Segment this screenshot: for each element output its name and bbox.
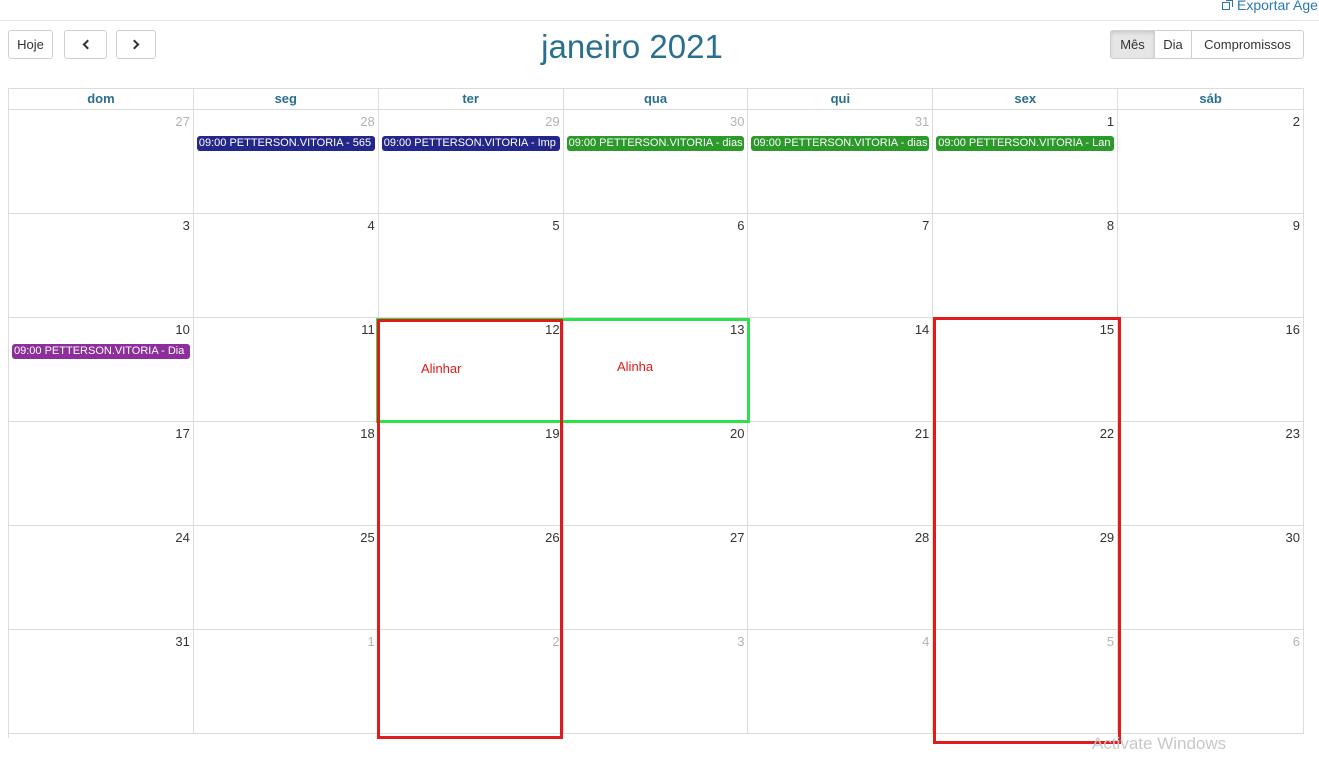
- day-cell[interactable]: 4: [748, 630, 934, 734]
- day-number: 10: [175, 322, 190, 337]
- windows-activation-watermark: Activate Windows: [1092, 734, 1227, 753]
- day-number: 30: [1285, 530, 1301, 545]
- day-cell[interactable]: 14: [748, 318, 934, 422]
- export-agenda-link[interactable]: Exportar Age: [1222, 0, 1318, 13]
- weekday-header-cell: qua: [563, 89, 749, 110]
- day-cell[interactable]: 30: [1118, 526, 1305, 630]
- day-view-button[interactable]: Dia: [1154, 30, 1192, 59]
- day-number: 16: [1285, 322, 1301, 337]
- day-number: 27: [175, 114, 190, 129]
- day-cell[interactable]: 7: [748, 214, 934, 318]
- day-number: 27: [729, 530, 745, 545]
- day-cell[interactable]: 5: [378, 214, 564, 318]
- day-number: 1: [367, 634, 375, 649]
- calendar-event[interactable]: 09:00 PETTERSON.VITORIA - dias: [751, 136, 930, 151]
- calendar-event[interactable]: 09:00 PETTERSON.VITORIA - Imp: [381, 136, 560, 151]
- agenda-view-button[interactable]: Compromissos: [1191, 30, 1304, 59]
- day-cell[interactable]: 31: [9, 630, 194, 734]
- weekday-header-cell: qui: [748, 89, 934, 110]
- week-row: 3 4 5 6 7 8 9: [9, 214, 1305, 318]
- day-number: 7: [922, 218, 930, 233]
- day-cell[interactable]: 9: [1118, 214, 1305, 318]
- day-cell[interactable]: 30 09:00 PETTERSON.VITORIA - dias: [563, 110, 749, 214]
- day-cell[interactable]: 8: [933, 214, 1119, 318]
- day-cell[interactable]: 16: [1118, 318, 1305, 422]
- calendar-event[interactable]: 09:00 PETTERSON.VITORIA - Lan: [936, 136, 1115, 151]
- day-number: 18: [360, 426, 375, 441]
- day-number: 3: [737, 634, 745, 649]
- day-number: 21: [914, 426, 930, 441]
- day-number: 24: [175, 530, 190, 545]
- day-number: 4: [367, 218, 375, 233]
- day-number: 25: [360, 530, 375, 545]
- view-switcher: Mês Dia Compromissos: [1110, 30, 1304, 59]
- day-number: 28: [360, 114, 375, 129]
- day-number: 9: [1292, 218, 1301, 233]
- calendar-event[interactable]: 09:00 PETTERSON.VITORIA - dias: [566, 136, 745, 151]
- day-cell[interactable]: 6: [1118, 630, 1305, 734]
- day-number: 17: [175, 426, 190, 441]
- day-number: 23: [1285, 426, 1301, 441]
- day-number: 1: [1106, 114, 1115, 129]
- day-number: 4: [922, 634, 930, 649]
- calendar-event[interactable]: 09:00 PETTERSON.VITORIA - Dia: [12, 344, 190, 359]
- day-cell[interactable]: 1: [193, 630, 379, 734]
- day-cell[interactable]: 29 09:00 PETTERSON.VITORIA - Imp: [378, 110, 564, 214]
- day-cell[interactable]: 28 09:00 PETTERSON.VITORIA - 565: [193, 110, 379, 214]
- day-number: 6: [1292, 634, 1301, 649]
- day-number: 6: [737, 218, 745, 233]
- weekday-header-cell: dom: [9, 89, 194, 110]
- day-cell[interactable]: 11: [193, 318, 379, 422]
- day-cell[interactable]: 27: [9, 110, 194, 214]
- day-number: 31: [175, 634, 190, 649]
- day-cell[interactable]: 10 09:00 PETTERSON.VITORIA - Dia: [9, 318, 194, 422]
- weekday-header-cell: sáb: [1118, 89, 1305, 110]
- weekday-header-cell: ter: [378, 89, 564, 110]
- day-cell[interactable]: 6: [563, 214, 749, 318]
- day-number: 5: [552, 218, 560, 233]
- day-number: 2: [1292, 114, 1301, 129]
- day-cell[interactable]: 27: [563, 526, 749, 630]
- day-cell[interactable]: 20: [563, 422, 749, 526]
- day-number: 29: [545, 114, 560, 129]
- annotation-note: Alinha: [617, 359, 654, 374]
- day-cell[interactable]: 24: [9, 526, 194, 630]
- weekday-header-cell: seg: [193, 89, 379, 110]
- week-row: 27 28 09:00 PETTERSON.VITORIA - 565 29 0…: [9, 110, 1305, 214]
- top-divider: [0, 20, 1319, 21]
- weekday-header-cell: sex: [933, 89, 1119, 110]
- day-number: 20: [729, 426, 745, 441]
- day-cell[interactable]: 3: [563, 630, 749, 734]
- day-cell[interactable]: 23: [1118, 422, 1305, 526]
- day-cell[interactable]: 3: [9, 214, 194, 318]
- day-cell[interactable]: 18: [193, 422, 379, 526]
- day-number: 30: [729, 114, 745, 129]
- day-cell[interactable]: 2: [1118, 110, 1305, 214]
- day-cell[interactable]: 25: [193, 526, 379, 630]
- day-cell[interactable]: 17: [9, 422, 194, 526]
- day-number: 31: [914, 114, 930, 129]
- day-cell[interactable]: 21: [748, 422, 934, 526]
- day-cell[interactable]: 28: [748, 526, 934, 630]
- red-highlight-box-friday: [933, 317, 1121, 744]
- calendar-event[interactable]: 09:00 PETTERSON.VITORIA - 565: [196, 136, 375, 151]
- day-number: 14: [914, 322, 930, 337]
- day-cell[interactable]: 4: [193, 214, 379, 318]
- annotation-note: Alinhar: [421, 361, 462, 376]
- month-view-button[interactable]: Mês: [1110, 30, 1155, 59]
- day-cell[interactable]: 31 09:00 PETTERSON.VITORIA - dias: [748, 110, 934, 214]
- day-number: 11: [361, 322, 375, 337]
- day-number: 3: [182, 218, 190, 233]
- calendar-title: janeiro 2021: [541, 28, 723, 65]
- day-number: 8: [1106, 218, 1115, 233]
- red-highlight-box-tuesday: [377, 319, 563, 739]
- export-agenda-label: Exportar Age: [1237, 0, 1318, 13]
- weekday-header: dom seg ter qua qui sex sáb: [9, 89, 1305, 110]
- day-number: 28: [914, 530, 930, 545]
- external-link-icon: [1222, 0, 1233, 11]
- day-cell[interactable]: 1 09:00 PETTERSON.VITORIA - Lan: [933, 110, 1119, 214]
